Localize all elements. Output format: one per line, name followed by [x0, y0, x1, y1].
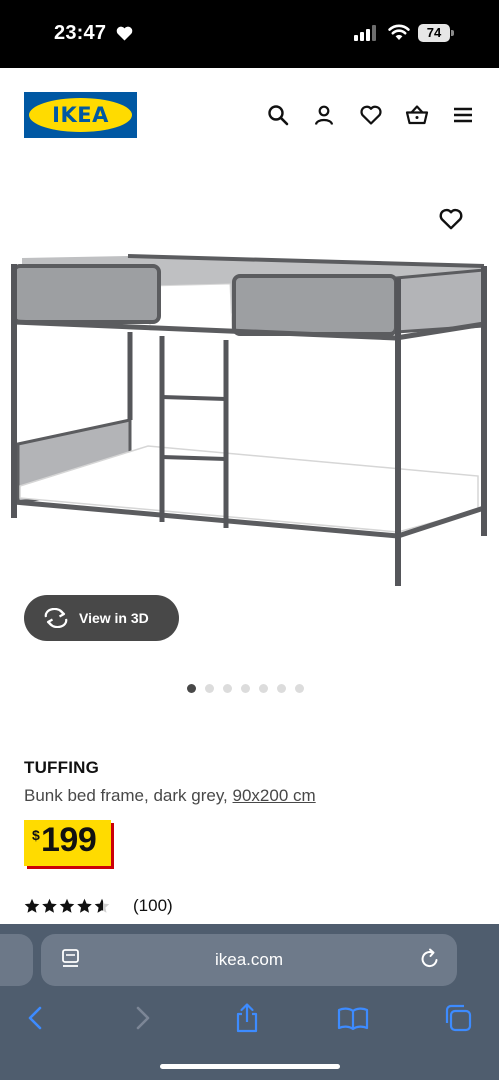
- rating-count: (100): [133, 896, 173, 915]
- rating-star: [94, 898, 110, 913]
- ikea-logo[interactable]: IKEA: [24, 92, 137, 138]
- logo-text: IKEA: [52, 103, 109, 127]
- carousel-dot[interactable]: [187, 684, 196, 693]
- tabs-icon[interactable]: [442, 1002, 474, 1034]
- menu-icon[interactable]: [451, 103, 475, 127]
- status-bar: 23:47 74: [0, 0, 499, 68]
- share-icon[interactable]: [231, 1002, 263, 1034]
- bookmarks-icon[interactable]: [337, 1002, 369, 1034]
- product-description: Bunk bed frame, dark grey, 90x200 cm: [24, 786, 316, 806]
- rating-star: [59, 898, 75, 913]
- battery-icon: 74: [418, 24, 454, 42]
- status-time: 23:47: [54, 22, 107, 44]
- cellular-signal-icon: [354, 25, 376, 41]
- rating-star: [42, 898, 57, 913]
- carousel-dot[interactable]: [277, 684, 286, 693]
- home-indicator[interactable]: [160, 1064, 340, 1069]
- wifi-icon: [388, 24, 410, 40]
- back-icon[interactable]: [20, 1002, 52, 1034]
- price-tag: $ 199: [24, 820, 111, 866]
- reload-icon[interactable]: [419, 948, 441, 970]
- product-name: TUFFING: [24, 758, 100, 777]
- product-image-bunk-bed[interactable]: [0, 240, 499, 600]
- view-in-3d-button[interactable]: View in 3D: [24, 595, 179, 641]
- image-carousel-indicator[interactable]: [187, 684, 304, 694]
- battery-level: 74: [426, 25, 442, 40]
- site-header: IKEA: [0, 68, 499, 163]
- carousel-dot[interactable]: [259, 684, 268, 693]
- basket-icon[interactable]: [405, 103, 429, 127]
- account-icon[interactable]: [312, 103, 336, 127]
- browser-toolbar: ikea.com: [0, 924, 499, 1080]
- rating-stars: [24, 898, 110, 913]
- previous-tab-preview[interactable]: [0, 934, 33, 986]
- add-to-wishlist-heart-icon[interactable]: [438, 206, 464, 232]
- product-size-link[interactable]: 90x200 cm: [233, 786, 316, 805]
- rotate-3d-icon: [44, 608, 68, 628]
- carousel-dot[interactable]: [205, 684, 214, 693]
- url-text: ikea.com: [214, 950, 284, 969]
- price-currency: $: [32, 827, 40, 843]
- forward-icon[interactable]: [126, 1002, 158, 1034]
- carousel-dot[interactable]: [223, 684, 232, 693]
- carousel-dot[interactable]: [295, 684, 304, 693]
- carousel-dot[interactable]: [241, 684, 250, 693]
- rating-star: [24, 898, 40, 913]
- rating-star: [77, 898, 92, 913]
- heart-icon[interactable]: [359, 103, 383, 127]
- heart-icon: [116, 26, 133, 41]
- product-description-text: Bunk bed frame, dark grey,: [24, 786, 233, 805]
- address-bar[interactable]: ikea.com: [41, 934, 457, 986]
- search-icon[interactable]: [266, 103, 290, 127]
- view-in-3d-label: View in 3D: [79, 610, 149, 626]
- price-value: 199: [41, 821, 97, 859]
